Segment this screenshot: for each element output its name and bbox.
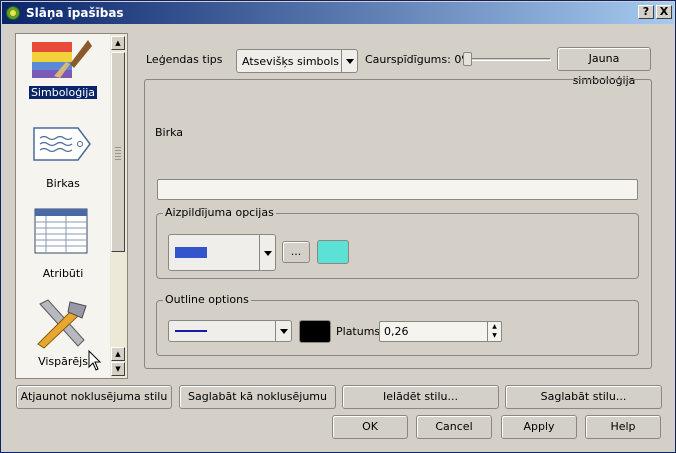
scroll-down-button[interactable]: ▼ [111,362,125,376]
sidebar-scrollbar[interactable]: ▲ ▲ ▼ [110,34,127,378]
outline-options-title: Outline options [163,293,251,306]
qgis-logo-icon [6,6,20,20]
attribute-table-icon [34,208,88,254]
title-bar[interactable]: Slāņa īpašības ? X [2,2,674,24]
transparency-slider[interactable] [463,52,551,66]
scroll-up-button[interactable]: ▲ [111,36,125,50]
help-button[interactable]: Help [585,415,661,439]
window-title: Slāņa īpašības [26,6,124,20]
tools-icon [37,299,87,349]
legend-type-combo[interactable]: Atsevišķs simbols [236,49,358,73]
fill-color-swatch[interactable] [317,240,349,264]
symbology-panel: Birka Aizpildījuma opcijas ... Outline o… [144,79,652,369]
fill-pattern-preview [175,247,207,258]
transparency-label: Caurspīdīgums: 0% [365,53,472,66]
outline-style-combo[interactable] [168,320,292,342]
sidebar-item-attributes[interactable]: Atribūti [16,206,110,280]
new-symbology-button[interactable]: Jauna simboloģija [557,47,651,87]
label-caption: Birka [155,126,184,139]
fill-more-button[interactable]: ... [282,241,310,263]
sidebar-item-symbology[interactable]: Simboloģija [16,34,110,104]
mouse-cursor-icon [88,350,102,371]
chevron-down-icon [341,50,357,72]
apply-button[interactable]: Apply [501,415,577,439]
width-spinbox[interactable]: 0,26 ▲ ▼ [379,321,502,342]
chevron-down-icon [275,321,291,341]
outline-options-group: Outline options Platums 0,26 ▲ ▼ [156,293,639,356]
transparency-slider-handle[interactable] [463,52,472,66]
sidebar: Simboloģija Birkas Atribūti Vispārējs ▲ … [15,33,128,379]
width-value: 0,26 [384,325,409,338]
fill-options-title: Aizpildījuma opcijas [163,206,276,219]
legend-type-value: Atsevišķs simbols [242,55,340,68]
help-title-button[interactable]: ? [638,5,654,19]
legend-type-label: Leģendas tips [146,53,223,66]
outline-style-preview [175,330,207,332]
cancel-button[interactable]: Cancel [416,415,492,439]
fill-style-combo[interactable] [168,234,276,271]
scroll-step-up-button[interactable]: ▲ [111,347,125,361]
sidebar-item-label: Simboloģija [28,86,98,99]
restore-default-style-button[interactable]: Atjaunot noklusējuma stilu [16,385,172,409]
symbology-brush-icon [32,40,92,78]
close-window-button[interactable]: X [656,5,672,19]
ok-button[interactable]: OK [332,415,408,439]
layer-properties-window: Slāņa īpašības ? X Simboloģija Birkas At… [0,0,676,453]
sidebar-item-label: Birkas [46,177,80,190]
save-style-button[interactable]: Saglabāt stilu... [505,385,662,409]
label-input[interactable] [157,179,638,200]
sidebar-item-label: Atribūti [42,267,84,280]
chevron-down-icon [259,235,275,270]
sidebar-item-labels[interactable]: Birkas [16,118,110,190]
spin-down-button[interactable]: ▼ [487,331,501,341]
outline-color-swatch[interactable] [299,320,331,343]
grip-icon [115,147,121,161]
fill-options-group: Aizpildījuma opcijas ... [156,206,639,279]
scroll-thumb[interactable] [111,52,125,252]
load-style-button[interactable]: Ielādēt stilu... [342,385,499,409]
width-label: Platums [336,325,381,338]
save-as-default-button[interactable]: Saglabāt kā noklusējumu [179,385,336,409]
label-tag-icon [33,127,91,161]
